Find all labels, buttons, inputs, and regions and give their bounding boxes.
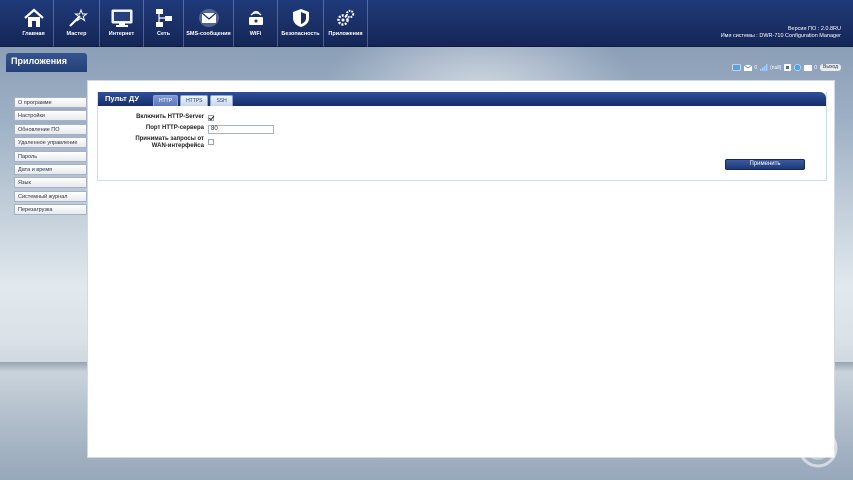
http-port-input[interactable]: 80 [208,125,274,134]
sms-count: 0 [754,64,758,71]
status-bar: 0 (null) 0 Выход [732,63,841,72]
firmware-version: Версия ПО : 2.0.8RU [787,26,841,32]
updates-count: 0 [814,64,818,71]
envelope-icon [744,64,753,71]
sidebar-item-about[interactable]: О программе [14,97,87,108]
nav-label: WiFi [249,31,262,37]
monitor-icon [109,8,135,28]
nav-label: Приложения [328,31,363,37]
wan-access-label: Принимать запросы от WAN-интерфейса [114,136,204,150]
http-port-label: Порт HTTP-сервера [145,125,204,131]
shield-icon [288,8,314,28]
tab-http[interactable]: HTTP [153,95,179,106]
nav-label: Интернет [108,31,135,37]
sidebar-item-settings[interactable]: Настройки [14,110,87,122]
enable-http-label: Включить HTTP-Server [136,114,204,120]
signal-icon [760,64,768,71]
connection-icon [732,64,742,71]
sidebar-item-system-log[interactable]: Системный журнал [14,190,87,202]
protocol-tabs: HTTP HTTPS SSH [153,95,233,106]
nav-label: Мастер [66,31,87,37]
http-port-row: Порт HTTP-сервера 80 [98,125,826,135]
network-icon [151,8,177,28]
sidebar-item-password[interactable]: Пароль [14,150,87,162]
updates-status[interactable]: 0 [804,64,818,71]
sidebar-item-firmware-update[interactable]: Обновление ПО [14,123,87,135]
nav-item-apps[interactable]: Приложения [324,0,368,47]
signal-status: (null) [760,64,781,71]
sidebar: О программе Настройки Обновление ПО Удал… [14,97,87,218]
gears-icon [333,8,359,28]
nav-item-security[interactable]: Безопасность [278,0,324,47]
signal-text: (null) [770,64,782,71]
main-content: Пульт ДУ HTTP HTTPS SSH Включить HTTP-Se… [87,80,835,458]
wan-access-row: Принимать запросы от WAN-интерфейса [98,136,826,153]
sidebar-item-date-time[interactable]: Дата и время [14,163,87,175]
tab-https[interactable]: HTTPS [180,95,209,106]
wan-access-label-line1: Принимать запросы от [135,136,204,142]
card-title: Пульт ДУ [105,94,140,103]
system-info: Версия ПО : 2.0.8RU Имя системы : DWR-71… [721,26,841,40]
nav-item-wizard[interactable]: Мастер [54,0,100,47]
enable-http-checkbox[interactable] [208,115,214,121]
system-name: Имя системы : DWR-710 Configuration Mana… [720,33,841,39]
envelope-icon [196,8,222,28]
page-title: Приложения [6,53,87,72]
nav-item-home[interactable]: Главная [14,0,54,47]
home-icon [21,8,47,28]
main-nav: Главная Мастер Интернет Сеть SMS-сообщен… [14,0,368,47]
roaming-icon [784,64,792,71]
wan-access-checkbox[interactable] [208,139,214,145]
top-navbar: Главная Мастер Интернет Сеть SMS-сообщен… [0,0,853,47]
wan-access-label-line2: WAN-интерфейса [151,143,204,149]
nav-item-network[interactable]: Сеть [144,0,184,47]
watermark-logo [798,428,838,468]
remote-control-card: Пульт ДУ HTTP HTTPS SSH Включить HTTP-Se… [97,92,827,181]
sidebar-item-remote-management[interactable]: Удаленное управление [14,137,87,149]
nav-item-internet[interactable]: Интернет [100,0,144,47]
globe-icon [794,64,802,71]
mail-icon [804,64,813,71]
http-settings-form: Включить HTTP-Server Порт HTTP-сервера 8… [98,114,826,154]
nav-label: Безопасность [281,31,320,37]
nav-label: Главная [22,31,45,37]
sms-status[interactable]: 0 [744,64,758,71]
nav-item-sms[interactable]: SMS-сообщения [184,0,234,47]
sidebar-item-language[interactable]: Язык [14,177,87,189]
logout-button[interactable]: Выход [820,64,841,71]
nav-label: Сеть [156,31,171,37]
tab-ssh[interactable]: SSH [210,95,233,106]
nav-label: SMS-сообщения [186,31,231,37]
sidebar-item-reboot[interactable]: Перезагрузка [14,204,87,216]
nav-item-wifi[interactable]: WiFi [234,0,278,47]
enable-http-row: Включить HTTP-Server [98,114,826,124]
apply-button[interactable]: Применить [725,159,805,170]
card-header: Пульт ДУ HTTP HTTPS SSH [98,92,826,106]
wizard-icon [64,8,90,28]
wifi-icon [243,8,269,28]
